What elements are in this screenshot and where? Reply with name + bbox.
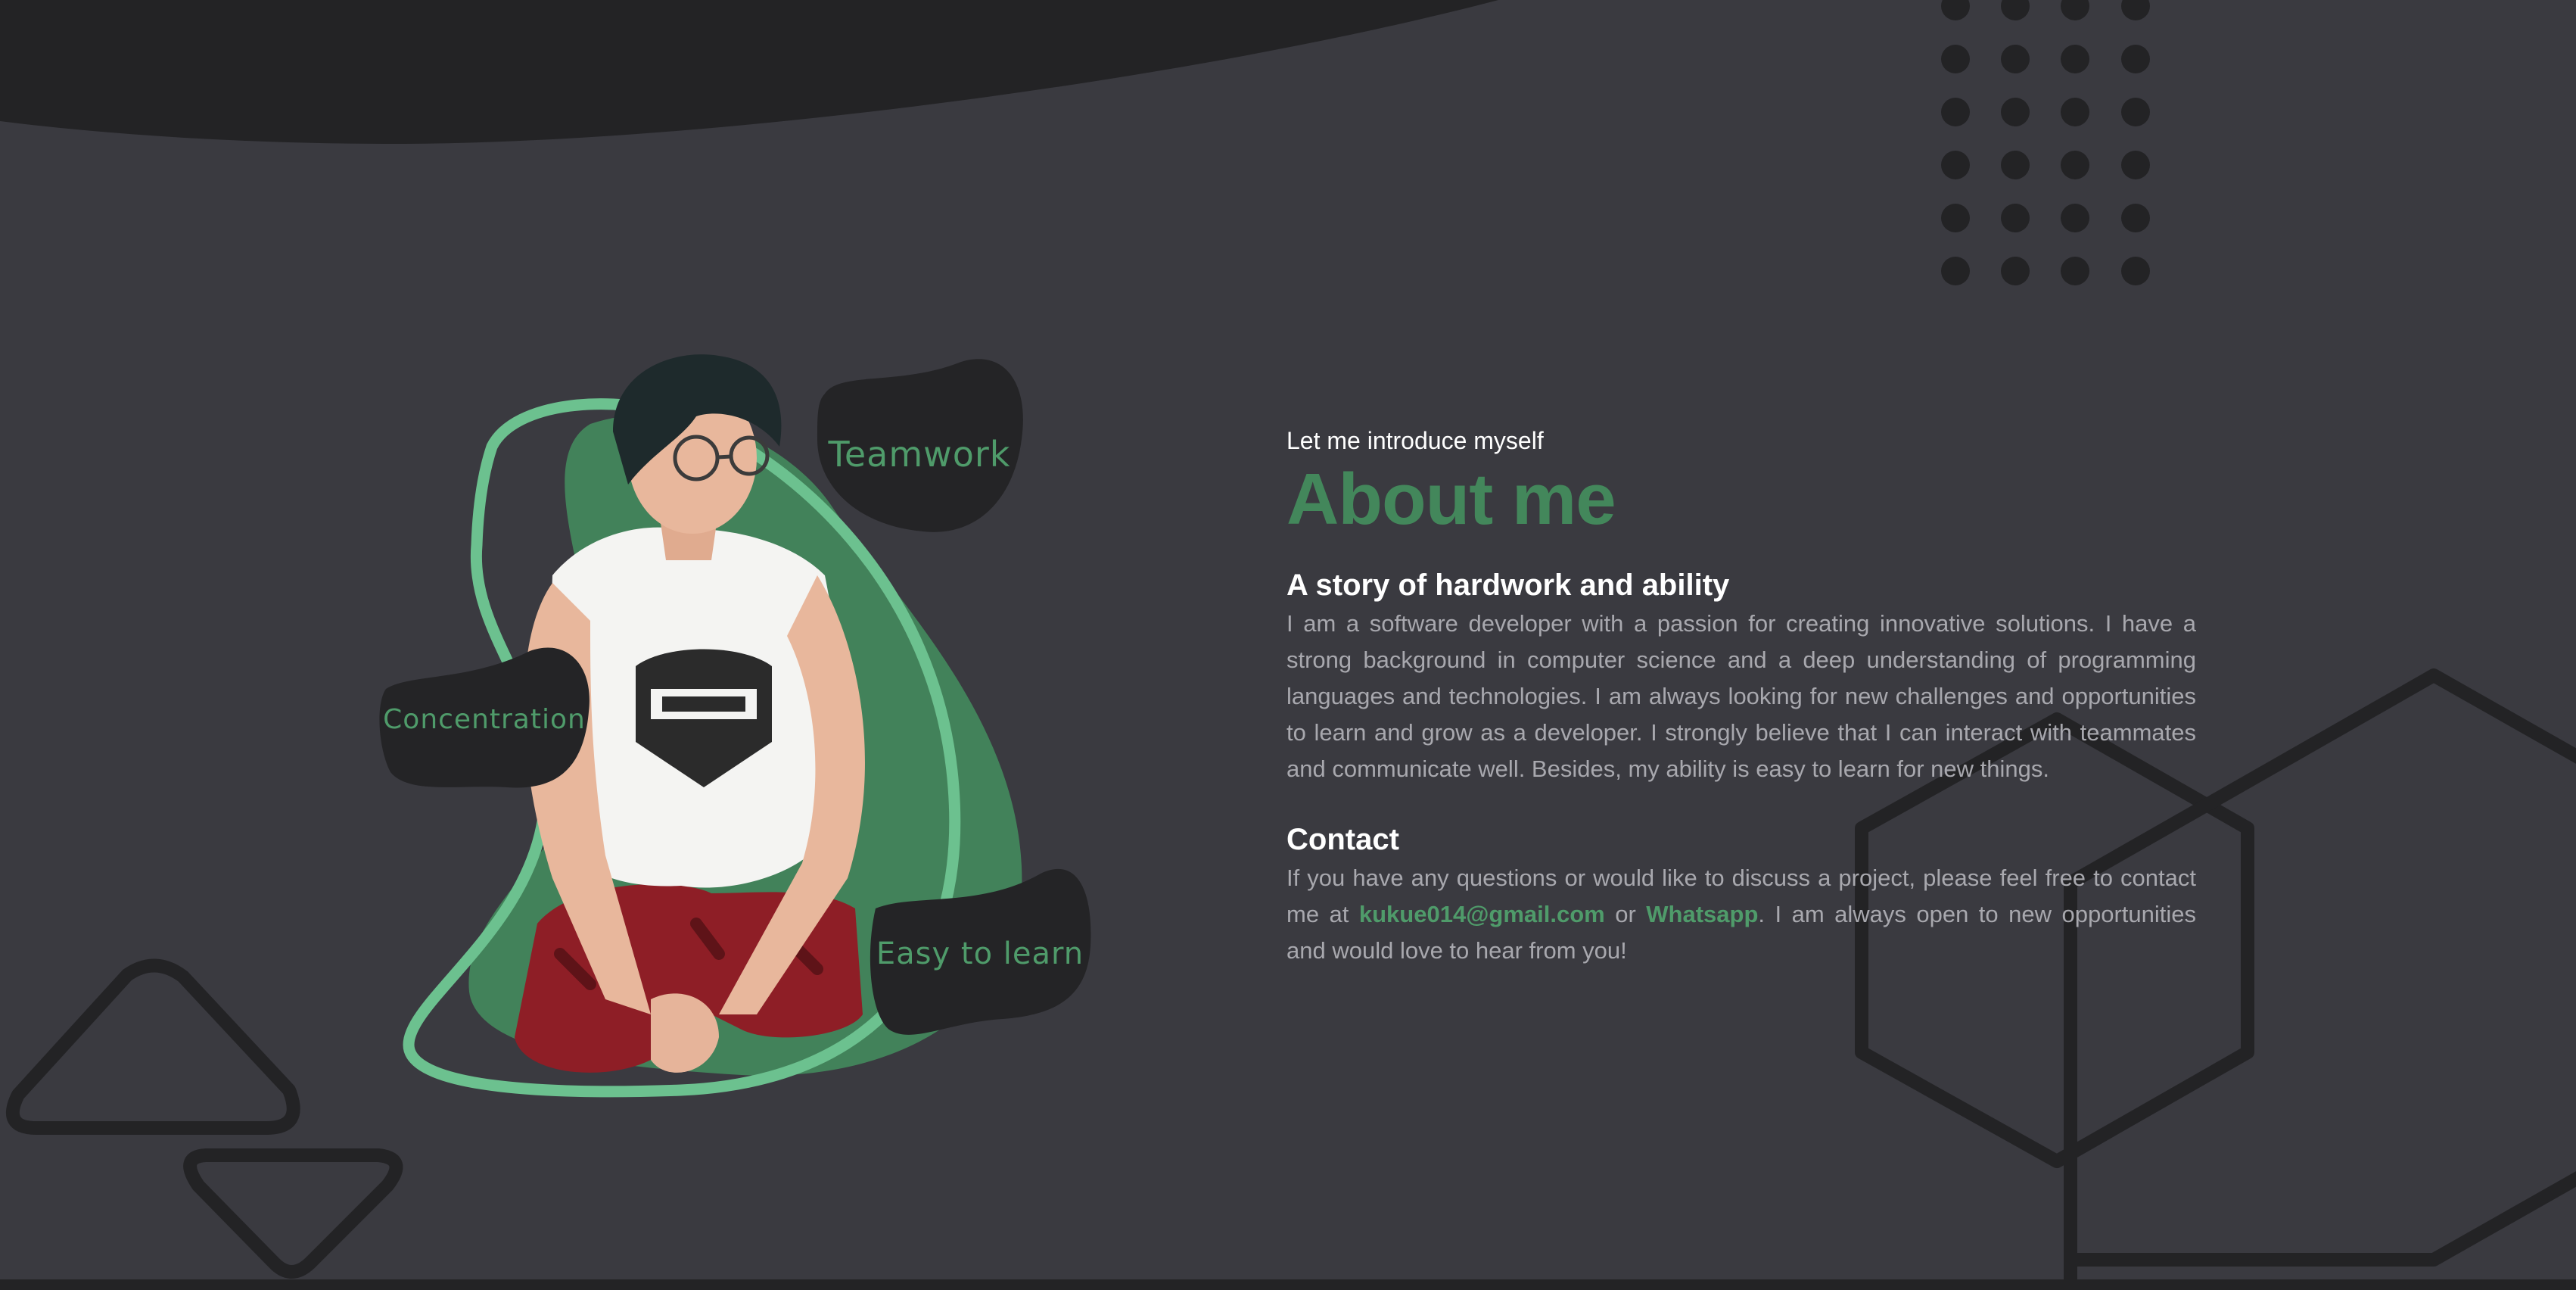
triangle-outline-up (5, 958, 300, 1135)
skill-label: Teamwork (828, 434, 1011, 475)
dot-grid (1941, 0, 2150, 285)
skill-label: Easy to learn (876, 936, 1084, 971)
contact-text-or: or (1604, 901, 1647, 927)
contact-heading: Contact (1286, 823, 1399, 856)
page-title: About me (1286, 459, 1616, 540)
intro-text: Let me introduce myself (1286, 427, 1544, 454)
skill-badge-teamwork: Teamwork (810, 356, 1029, 538)
top-wave-shape (0, 0, 1498, 144)
whatsapp-link[interactable]: Whatsapp (1646, 901, 1758, 927)
skill-badge-concentration: Concentration (378, 643, 590, 795)
bottom-bar (0, 1279, 2576, 1290)
about-content: Let me introduce myself About me A story… (1286, 424, 2196, 969)
contact-paragraph: If you have any questions or would like … (1286, 860, 2196, 969)
story-heading: A story of hardwork and ability (1286, 569, 1730, 602)
skill-badge-easy-to-learn: Easy to learn (866, 863, 1094, 1045)
email-link[interactable]: kukue014@gmail.com (1359, 901, 1605, 927)
skill-label: Concentration (383, 703, 586, 735)
triangle-outline-down (183, 1148, 403, 1279)
story-paragraph: I am a software developer with a passion… (1286, 610, 2196, 782)
portrait-section: Teamwork Concentration Easy to learn (363, 333, 1128, 1113)
